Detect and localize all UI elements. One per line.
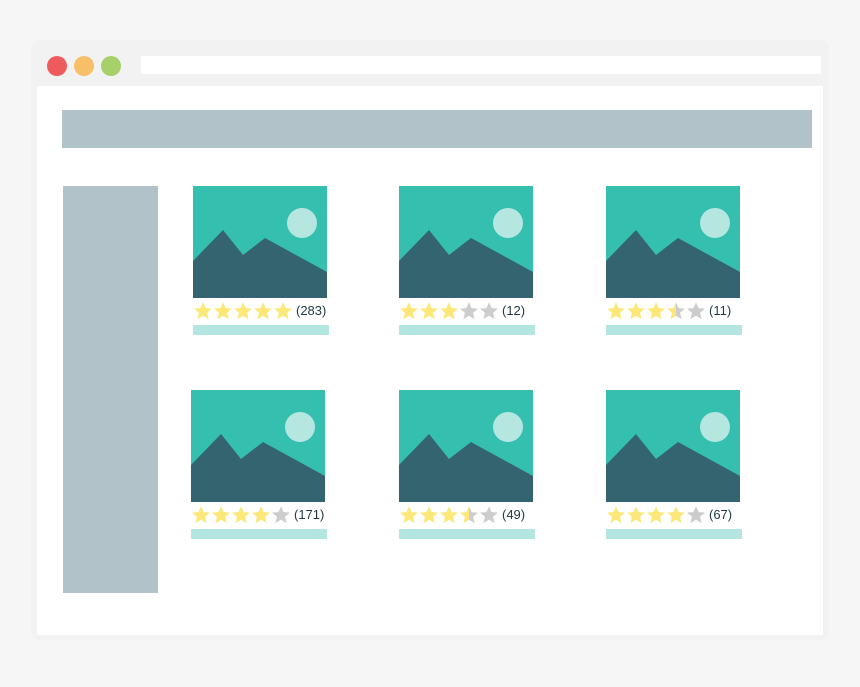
- product-title-placeholder: [193, 325, 329, 335]
- star-icon: [627, 302, 645, 320]
- review-count: (171): [294, 507, 325, 522]
- star-icon: [687, 506, 705, 524]
- star-rating: (171): [191, 504, 324, 526]
- star-rating: (283): [193, 300, 326, 322]
- landscape-image-icon: [606, 186, 740, 298]
- landscape-image-icon: [606, 390, 740, 502]
- star-icon: [667, 302, 685, 320]
- sidebar-placeholder: [63, 186, 158, 593]
- sun-icon: [285, 412, 315, 442]
- product-title-placeholder: [399, 325, 535, 335]
- star-icon: [607, 506, 625, 524]
- star-rating: (49): [399, 504, 525, 526]
- star-icon: [232, 506, 250, 524]
- maximize-dot[interactable]: [101, 56, 121, 76]
- star-icon: [420, 302, 438, 320]
- star-icon: [212, 506, 230, 524]
- stars-group: [606, 301, 706, 321]
- stars-group: [399, 301, 499, 321]
- star-rating: (67): [606, 504, 732, 526]
- review-count: (49): [502, 507, 526, 522]
- review-count: (67): [709, 507, 733, 522]
- star-icon: [460, 302, 478, 320]
- stars-group: [193, 301, 293, 321]
- product-card[interactable]: (11): [606, 186, 742, 338]
- landscape-image-icon: [191, 390, 325, 502]
- star-icon: [647, 506, 665, 524]
- star-icon: [647, 302, 665, 320]
- address-bar[interactable]: [141, 56, 821, 74]
- review-count: (12): [502, 303, 526, 318]
- star-icon: [192, 506, 210, 524]
- close-dot[interactable]: [47, 56, 67, 76]
- sun-icon: [287, 208, 317, 238]
- review-count: (11): [709, 303, 732, 318]
- stars-group: [606, 505, 706, 525]
- star-icon: [214, 302, 232, 320]
- sun-icon: [493, 412, 523, 442]
- star-icon: [272, 506, 290, 524]
- star-icon: [234, 302, 252, 320]
- star-icon: [480, 302, 498, 320]
- product-title-placeholder: [606, 529, 742, 539]
- landscape-image-icon: [399, 390, 533, 502]
- product-card[interactable]: (12): [399, 186, 535, 338]
- star-icon: [440, 506, 458, 524]
- star-icon: [687, 302, 705, 320]
- star-icon: [667, 506, 685, 524]
- star-icon: [400, 302, 418, 320]
- product-title-placeholder: [399, 529, 535, 539]
- sun-icon: [700, 412, 730, 442]
- star-rating: (12): [399, 300, 525, 322]
- star-icon: [627, 506, 645, 524]
- review-count: (283): [296, 303, 327, 318]
- star-icon: [440, 302, 458, 320]
- star-icon: [254, 302, 272, 320]
- star-icon: [194, 302, 212, 320]
- star-icon: [274, 302, 292, 320]
- product-card[interactable]: (67): [606, 390, 742, 542]
- product-card[interactable]: (283): [193, 186, 329, 338]
- star-icon: [252, 506, 270, 524]
- sun-icon: [700, 208, 730, 238]
- star-icon: [460, 506, 478, 524]
- product-card[interactable]: (49): [399, 390, 535, 542]
- star-icon: [420, 506, 438, 524]
- product-title-placeholder: [191, 529, 327, 539]
- star-icon: [607, 302, 625, 320]
- minimize-dot[interactable]: [74, 56, 94, 76]
- sun-icon: [493, 208, 523, 238]
- star-icon: [400, 506, 418, 524]
- star-rating: (11): [606, 300, 731, 322]
- header-placeholder: [62, 110, 812, 148]
- stars-group: [191, 505, 291, 525]
- landscape-image-icon: [399, 186, 533, 298]
- stars-group: [399, 505, 499, 525]
- product-card[interactable]: (171): [191, 390, 327, 542]
- landscape-image-icon: [193, 186, 327, 298]
- star-icon: [480, 506, 498, 524]
- product-title-placeholder: [606, 325, 742, 335]
